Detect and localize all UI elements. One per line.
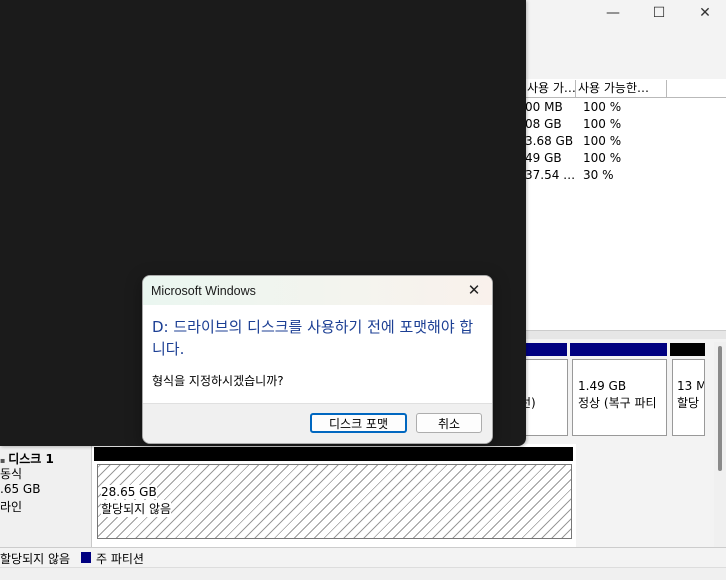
cell-free[interactable]: 00 MB xyxy=(525,99,563,116)
scrollbar-thumb[interactable] xyxy=(718,346,722,471)
legend-unallocated: 할당되지 않음 xyxy=(0,552,71,566)
recovery-partition[interactable]: 1.49 GB 정상 (복구 파티 xyxy=(572,359,667,436)
close-window-button[interactable]: ✕ xyxy=(682,0,726,26)
cell-free[interactable]: 37.54 … xyxy=(525,167,575,184)
cell-percent[interactable]: 100 % xyxy=(583,150,621,167)
maximize-icon: ☐ xyxy=(652,5,666,21)
column-header-empty xyxy=(667,80,726,98)
partition-status: 할당 xyxy=(677,396,700,410)
cell-percent[interactable]: 100 % xyxy=(583,99,621,116)
cancel-button[interactable]: 취소 xyxy=(416,413,482,433)
unallocated-header-bar xyxy=(94,447,573,461)
format-disk-button[interactable]: 디스크 포맷 xyxy=(310,413,407,433)
legend-bar: 할당되지 않음 주 파티션 xyxy=(0,547,726,568)
column-header-free-space[interactable]: 사용 가… xyxy=(525,80,576,98)
unallocated-space[interactable]: 28.65 GB 할당되지 않음 xyxy=(97,464,572,539)
dialog-title: Microsoft Windows xyxy=(151,284,256,298)
cell-free[interactable]: 08 GB xyxy=(525,116,562,133)
cell-free[interactable]: 3.68 GB xyxy=(525,133,573,150)
minimize-button[interactable]: — xyxy=(590,0,636,26)
volume-list: 사용 가… 사용 가능한… 00 MB 100 % 08 GB 100 % 3.… xyxy=(525,79,726,330)
cell-percent[interactable]: 100 % xyxy=(583,133,621,150)
cell-free[interactable]: 49 GB xyxy=(525,150,562,167)
partition-header-bar xyxy=(525,343,567,356)
dialog-main-instruction: D: 드라이브의 디스크를 사용하기 전에 포맷해야 합니다. xyxy=(152,318,474,358)
status-bar xyxy=(0,567,726,580)
small-partition[interactable]: 13 M 할당 xyxy=(672,359,705,436)
legend-primary: 주 파티션 xyxy=(96,552,144,566)
disk-state: 라인 xyxy=(0,500,23,514)
partition-header-bar xyxy=(570,343,667,356)
dialog-title-bar: Microsoft Windows ✕ xyxy=(143,276,492,305)
cell-percent[interactable]: 30 % xyxy=(583,167,614,184)
disk-size: .65 GB xyxy=(0,482,41,496)
partition-header-bar xyxy=(670,343,705,356)
dialog-close-button[interactable]: ✕ xyxy=(461,278,487,302)
minimize-icon: — xyxy=(606,5,620,21)
format-disk-dialog: Microsoft Windows ✕ D: 드라이브의 디스크를 사용하기 전… xyxy=(142,275,493,444)
dialog-button-bar: 디스크 포맷 취소 xyxy=(143,403,492,443)
maximize-button[interactable]: ☐ xyxy=(636,0,682,26)
partition-size: 13 M xyxy=(677,379,705,393)
pane-splitter[interactable] xyxy=(525,330,726,339)
cell-percent[interactable]: 100 % xyxy=(583,116,621,133)
partition-status: 정상 (복구 파티 xyxy=(578,396,657,410)
menu-bar xyxy=(525,27,726,50)
dialog-question: 형식을 지정하시겠습니까? xyxy=(152,374,284,388)
disk1-label-panel[interactable]: ▪ 디스크 1 동식 .65 GB 라인 xyxy=(0,444,92,547)
disk-icon: ▪ xyxy=(0,456,9,465)
close-icon: ✕ xyxy=(699,5,711,21)
primary-partition-swatch xyxy=(81,552,91,563)
partition-size: 1.49 GB xyxy=(578,379,627,393)
partition-box[interactable]: 선) xyxy=(520,359,568,436)
column-header-percent-free[interactable]: 사용 가능한… xyxy=(576,80,667,98)
toolbar xyxy=(525,49,726,80)
unallocated-size: 28.65 GB xyxy=(101,485,157,499)
disk-type: 동식 xyxy=(0,467,23,481)
close-icon: ✕ xyxy=(467,281,481,299)
unallocated-label: 할당되지 않음 xyxy=(101,500,172,517)
